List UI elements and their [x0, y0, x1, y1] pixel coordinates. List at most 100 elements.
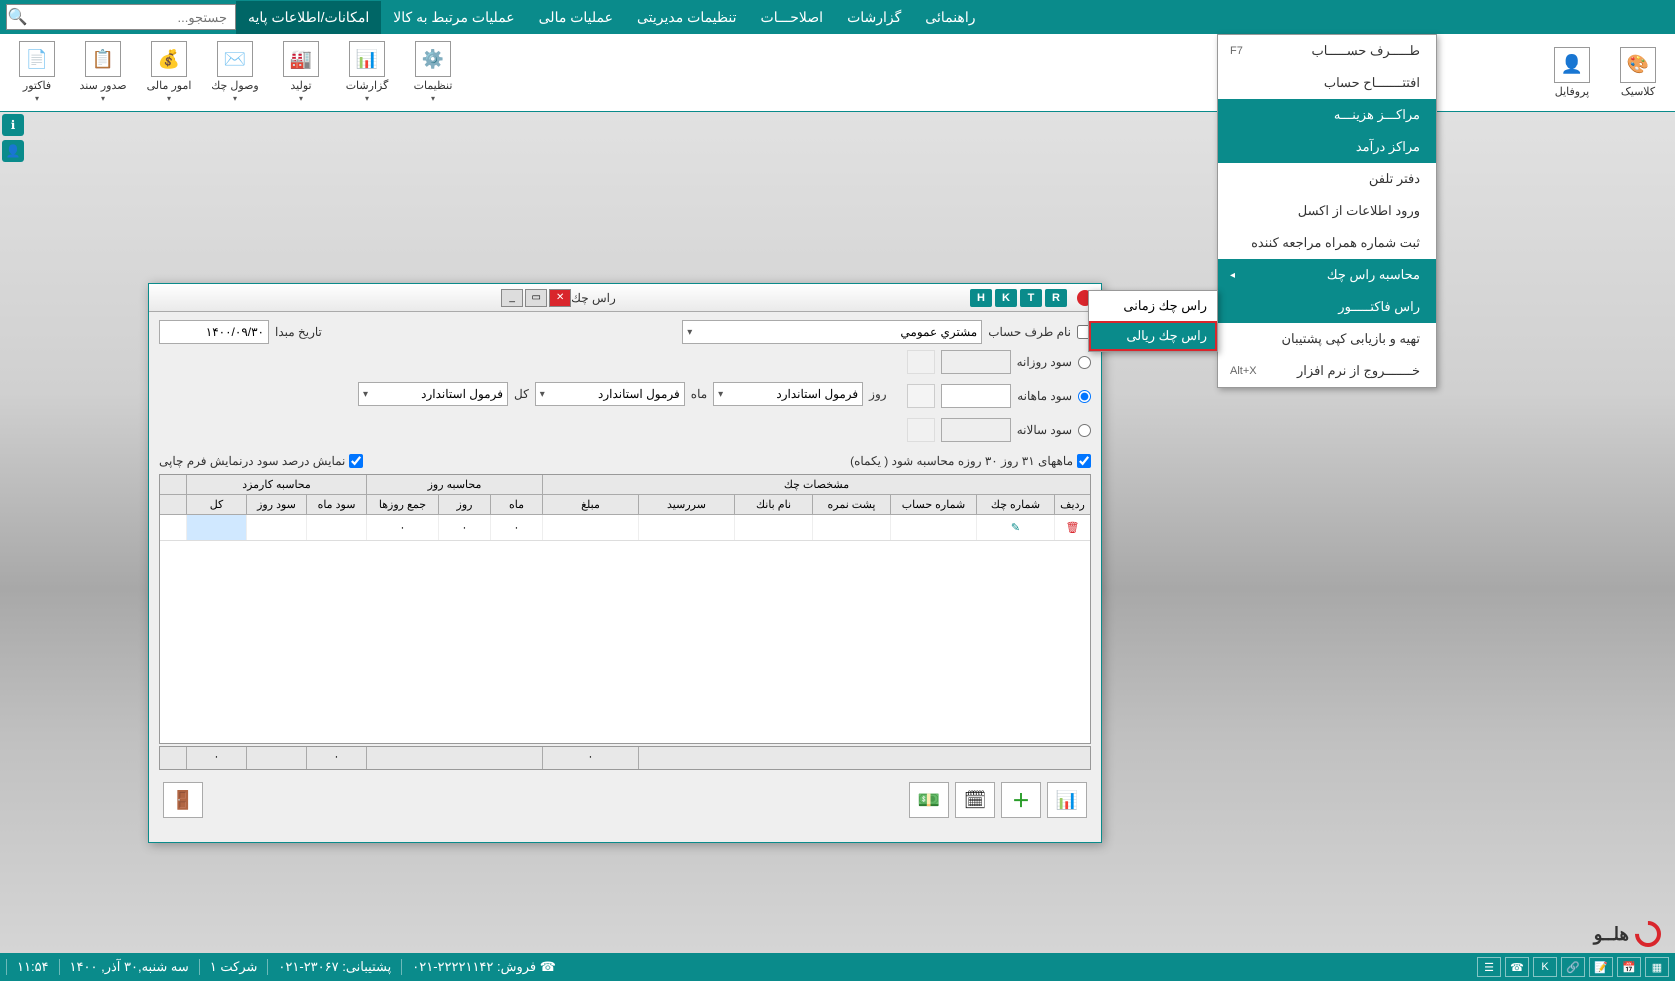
close-button[interactable]: ✕: [549, 289, 571, 307]
row-total[interactable]: [186, 515, 246, 540]
monthly-value[interactable]: [941, 384, 1011, 408]
dd-account-party[interactable]: طـــــرف حســـــاب F7: [1218, 35, 1436, 67]
search-box[interactable]: 🔍: [6, 4, 236, 30]
row-due[interactable]: [638, 515, 734, 540]
sb-sales: ☎ فروش: ۲۲۲۲۱۱۴۲-۰۲۱: [401, 959, 566, 975]
row-acctno[interactable]: [890, 515, 976, 540]
dd-item-label: دفتر تلفن: [1369, 171, 1420, 187]
ribbon-classic[interactable]: 🎨کلاسیک: [1607, 38, 1669, 106]
party-label: نام طرف حساب: [988, 325, 1071, 339]
group-fee-calc: محاسبه کارمزد: [186, 475, 366, 494]
user-icon[interactable]: 👤: [2, 140, 24, 162]
yearly-value: [941, 418, 1011, 442]
day-formula-combo[interactable]: فرمول استاندارد: [713, 382, 863, 406]
menu-item-financial[interactable]: عملیات مالی: [527, 1, 625, 34]
dd-shortcut: F7: [1230, 45, 1243, 57]
sb-list-icon[interactable]: ☰: [1477, 957, 1501, 977]
dd-backup[interactable]: تهیه و بازیابی کپی پشتیبان: [1218, 323, 1436, 355]
col-row: ردیف: [1054, 495, 1090, 514]
dd-item-label: ثبت شماره همراه مراجعه کننده: [1251, 235, 1420, 251]
day-label: روز: [869, 387, 886, 401]
ribbon-production[interactable]: 🏭تولید▾: [270, 38, 332, 106]
sb-grid-icon[interactable]: ▦: [1645, 957, 1669, 977]
dd-phonebook[interactable]: دفتر تلفن: [1218, 163, 1436, 195]
ribbon-production-label: تولید: [290, 79, 311, 92]
submenu-time-cheque[interactable]: راس چك زمانی: [1089, 291, 1217, 321]
row-amount[interactable]: [542, 515, 638, 540]
col-back: پشت نمره: [812, 495, 890, 514]
dd-cheque-head[interactable]: محاسبه راس چك◂: [1218, 259, 1436, 291]
ribbon-voucher[interactable]: 📋صدور سند▾: [72, 38, 134, 106]
ribbon-invoice[interactable]: 📄فاکتور▾: [6, 38, 68, 106]
dd-cost-centers[interactable]: مراکـــز هزینـــه: [1218, 99, 1436, 131]
date-input[interactable]: [159, 320, 269, 344]
ribbon-settings[interactable]: ⚙️تنظیمات▾: [402, 38, 464, 106]
col-chkno: شماره چك: [976, 495, 1054, 514]
sb-phone-icon[interactable]: ☎: [1505, 957, 1529, 977]
yearly-radio[interactable]: [1078, 424, 1091, 437]
grid-row[interactable]: 🗑 ✎ ۰ ۰ ۰: [160, 515, 1090, 541]
dd-open-account[interactable]: افتتـــــــاح حساب: [1218, 67, 1436, 99]
dd-import-excel[interactable]: ورود اطلاعات از اکسل: [1218, 195, 1436, 227]
exit-button[interactable]: 🚪: [163, 782, 203, 818]
row-back[interactable]: [812, 515, 890, 540]
monthly-radio[interactable]: [1078, 390, 1091, 403]
search-input[interactable]: [29, 10, 235, 25]
total-formula-value: فرمول استاندارد: [421, 387, 503, 401]
dd-exit[interactable]: خـــــــروج از نرم افزارAlt+X: [1218, 355, 1436, 387]
ribbon-cheque[interactable]: ✉️وصول چك▾: [204, 38, 266, 106]
dd-item-label: تهیه و بازیابی کپی پشتیبان: [1281, 331, 1420, 347]
thirty-day-label: ماههای ۳۱ روز ۳۰ روزه محاسبه شود ( یکماه…: [850, 454, 1073, 468]
footer-total: ۰: [186, 747, 246, 769]
menu-item-corrections[interactable]: اصلاحـــات: [749, 1, 836, 34]
party-value: مشتري عمومي: [900, 325, 977, 339]
row-month: ۰: [490, 515, 542, 540]
menu-item-help[interactable]: راهنمائی: [913, 1, 987, 34]
row-delete-icon[interactable]: 🗑: [1054, 515, 1090, 540]
letter-r[interactable]: R: [1045, 289, 1067, 307]
party-combo[interactable]: مشتري عمومي: [682, 320, 982, 344]
search-icon[interactable]: 🔍: [7, 5, 29, 29]
info-icon[interactable]: ℹ: [2, 114, 24, 136]
dd-item-label: راس فاکتـــــور: [1338, 299, 1420, 315]
thirty-day-checkbox[interactable]: [1077, 454, 1091, 468]
col-bank: نام بانك: [734, 495, 812, 514]
menu-item-mgmt[interactable]: تنظیمات مدیریتی: [625, 1, 749, 34]
dd-invoice-head[interactable]: راس فاکتـــــور: [1218, 291, 1436, 323]
sb-note-icon[interactable]: 📝: [1589, 957, 1613, 977]
dd-income-centers[interactable]: مراکز درآمد: [1218, 131, 1436, 163]
row-bank[interactable]: [734, 515, 812, 540]
menu-item-reports[interactable]: گزارشات: [835, 1, 913, 34]
month-formula-combo[interactable]: فرمول استاندارد: [535, 382, 685, 406]
add-button[interactable]: ＋: [1001, 782, 1041, 818]
sb-cal-icon[interactable]: 📅: [1617, 957, 1641, 977]
yearly-label: سود سالانه: [1017, 423, 1072, 437]
letter-h[interactable]: H: [970, 289, 992, 307]
ribbon-finance[interactable]: 💰امور مالی▾: [138, 38, 200, 106]
dd-register-mobile[interactable]: ثبت شماره همراه مراجعه کننده: [1218, 227, 1436, 259]
ribbon-reports[interactable]: 📊گزارشات▾: [336, 38, 398, 106]
sb-k-icon[interactable]: K: [1533, 957, 1557, 977]
menu-item-base[interactable]: امکانات/اطلاعات پایه: [236, 1, 381, 34]
money-button[interactable]: 💵: [909, 782, 949, 818]
letter-t[interactable]: T: [1020, 289, 1042, 307]
chart-button[interactable]: 📊: [1047, 782, 1087, 818]
ribbon-profile[interactable]: 👤پروفایل: [1541, 38, 1603, 106]
sb-share-icon[interactable]: 🔗: [1561, 957, 1585, 977]
total-formula-combo[interactable]: فرمول استاندارد: [358, 382, 508, 406]
col-month: ماه: [490, 495, 542, 514]
letter-k[interactable]: K: [995, 289, 1017, 307]
print-percent-checkbox[interactable]: [349, 454, 363, 468]
footer-amount: ۰: [542, 747, 638, 769]
calc-button[interactable]: 🗓: [955, 782, 995, 818]
submenu-rial-cheque[interactable]: راس چك ریالی: [1089, 321, 1217, 351]
dd-item-label: طـــــرف حســـــاب: [1311, 43, 1420, 59]
cheque-submenu: راس چك زمانی راس چك ریالی: [1088, 290, 1218, 352]
daily-radio[interactable]: [1078, 356, 1091, 369]
col-sumdays: جمع روزها: [366, 495, 438, 514]
row-edit-icon[interactable]: ✎: [976, 515, 1054, 540]
monthly-stepper[interactable]: [907, 384, 935, 408]
menu-item-goods[interactable]: عملیات مرتبط به کالا: [381, 1, 526, 34]
maximize-button[interactable]: ▭: [525, 289, 547, 307]
minimize-button[interactable]: _: [501, 289, 523, 307]
